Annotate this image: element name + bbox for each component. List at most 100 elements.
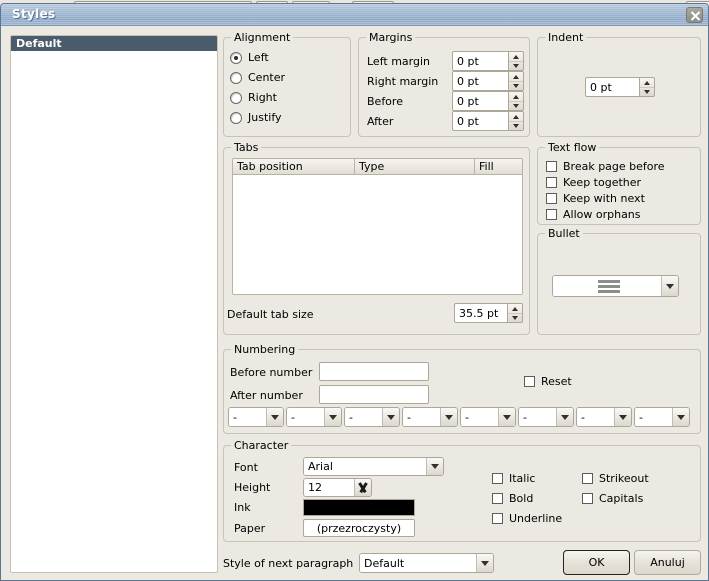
before-number-input[interactable]: [319, 362, 429, 381]
height-combo[interactable]: 12: [303, 478, 372, 497]
chevron-down-icon[interactable]: [614, 408, 631, 426]
stepper-up-icon[interactable]: [640, 78, 654, 87]
dialog-titlebar[interactable]: Styles: [1, 4, 708, 26]
tabs-table-header: Tab position Type Fill: [233, 159, 522, 175]
next-style-combo[interactable]: Default: [359, 553, 494, 573]
right-margin-label: Right margin: [367, 75, 438, 88]
numbering-level-4-combo[interactable]: -: [402, 407, 458, 427]
radio-alignment-justify[interactable]: Justify: [230, 111, 282, 124]
indent-stepper[interactable]: 0 pt: [585, 77, 655, 97]
column-header-fill[interactable]: Fill: [475, 159, 522, 175]
after-number-input[interactable]: [319, 385, 429, 404]
radio-alignment-left[interactable]: Left: [230, 51, 269, 64]
checkbox-underline[interactable]: Underline: [492, 512, 562, 525]
paper-color-field[interactable]: (przezroczysty): [303, 519, 415, 537]
ink-color-swatch[interactable]: [303, 499, 415, 516]
numbering-level-value[interactable]: -: [229, 408, 266, 426]
numbering-level-value[interactable]: -: [461, 408, 498, 426]
radio-alignment-right[interactable]: Right: [230, 91, 277, 104]
alignment-legend: Alignment: [231, 31, 293, 44]
radio-alignment-center[interactable]: Center: [230, 71, 285, 84]
close-button[interactable]: [686, 7, 703, 23]
font-combo[interactable]: Arial: [303, 457, 444, 476]
stepper-up-icon[interactable]: [509, 52, 523, 61]
numbering-level-3-combo[interactable]: -: [344, 407, 400, 427]
next-style-value[interactable]: Default: [360, 554, 476, 572]
stepper-up-icon[interactable]: [509, 72, 523, 81]
checkbox-reset[interactable]: Reset: [524, 375, 572, 388]
ok-button[interactable]: OK: [563, 550, 630, 575]
chevron-down-icon[interactable]: [672, 408, 689, 426]
column-header-type[interactable]: Type: [355, 159, 475, 175]
checkbox-box-icon: [492, 493, 503, 504]
stepper-up-icon[interactable]: [509, 112, 523, 121]
stepper-down-icon[interactable]: [509, 61, 523, 70]
default-tab-size-label: Default tab size: [227, 308, 314, 321]
chevron-down-icon[interactable]: [354, 479, 371, 496]
cancel-button[interactable]: Anuluj: [634, 550, 701, 575]
checkbox-italic[interactable]: Italic: [492, 472, 535, 485]
checkbox-bold[interactable]: Bold: [492, 492, 533, 505]
chevron-down-icon[interactable]: [426, 458, 443, 475]
bullet-preview[interactable]: [553, 276, 661, 296]
styles-list[interactable]: Default: [10, 35, 218, 573]
stepper-buttons[interactable]: [507, 303, 523, 323]
chevron-down-icon[interactable]: [476, 554, 493, 572]
numbering-level-value[interactable]: -: [403, 408, 440, 426]
stepper-up-icon[interactable]: [508, 304, 522, 313]
list-item[interactable]: Default: [11, 36, 217, 51]
tabs-table-body[interactable]: [233, 175, 522, 295]
default-tab-size-stepper[interactable]: 35.5 pt: [454, 303, 523, 323]
height-value[interactable]: 12: [304, 479, 354, 496]
right-margin-stepper[interactable]: 0 pt: [452, 71, 524, 91]
before-margin-stepper[interactable]: 0 pt: [452, 91, 524, 111]
checkbox-strikeout[interactable]: Strikeout: [582, 472, 649, 485]
numbering-level-value[interactable]: -: [287, 408, 324, 426]
numbering-level-value[interactable]: -: [635, 408, 672, 426]
left-margin-stepper[interactable]: 0 pt: [452, 51, 524, 71]
stepper-down-icon[interactable]: [509, 81, 523, 90]
stepper-down-icon[interactable]: [508, 313, 522, 322]
numbering-level-1-combo[interactable]: -: [228, 407, 284, 427]
stepper-down-icon[interactable]: [640, 87, 654, 96]
right-margin-value[interactable]: 0 pt: [452, 71, 508, 91]
chevron-down-icon[interactable]: [498, 408, 515, 426]
numbering-level-7-combo[interactable]: -: [576, 407, 632, 427]
numbering-level-value[interactable]: -: [577, 408, 614, 426]
numbering-level-2-combo[interactable]: -: [286, 407, 342, 427]
chevron-down-icon[interactable]: [382, 408, 399, 426]
chevron-down-icon[interactable]: [440, 408, 457, 426]
left-margin-value[interactable]: 0 pt: [452, 51, 508, 71]
checkbox-capitals[interactable]: Capitals: [582, 492, 643, 505]
numbering-level-value[interactable]: -: [345, 408, 382, 426]
stepper-down-icon[interactable]: [509, 101, 523, 110]
stepper-buttons[interactable]: [639, 77, 655, 97]
numbering-level-6-combo[interactable]: -: [518, 407, 574, 427]
font-value[interactable]: Arial: [304, 458, 426, 475]
checkbox-keep-together[interactable]: Keep together: [546, 176, 641, 189]
chevron-down-icon[interactable]: [661, 276, 678, 296]
checkbox-allow-orphans[interactable]: Allow orphans: [546, 208, 641, 221]
stepper-buttons[interactable]: [508, 51, 524, 71]
indent-value[interactable]: 0 pt: [585, 77, 639, 97]
numbering-level-8-combo[interactable]: -: [634, 407, 690, 427]
checkbox-break-page-before[interactable]: Break page before: [546, 160, 665, 173]
default-tab-size-value[interactable]: 35.5 pt: [454, 303, 507, 323]
chevron-down-icon[interactable]: [266, 408, 283, 426]
chevron-down-icon[interactable]: [556, 408, 573, 426]
tabs-table[interactable]: Tab position Type Fill: [232, 158, 523, 295]
chevron-down-icon[interactable]: [324, 408, 341, 426]
stepper-up-icon[interactable]: [509, 92, 523, 101]
before-margin-value[interactable]: 0 pt: [452, 91, 508, 111]
stepper-buttons[interactable]: [508, 71, 524, 91]
after-margin-value[interactable]: 0 pt: [452, 111, 508, 131]
bullet-combo[interactable]: [552, 275, 679, 297]
numbering-level-value[interactable]: -: [519, 408, 556, 426]
checkbox-keep-with-next[interactable]: Keep with next: [546, 192, 645, 205]
column-header-tab-position[interactable]: Tab position: [233, 159, 355, 175]
after-margin-stepper[interactable]: 0 pt: [452, 111, 524, 131]
stepper-down-icon[interactable]: [509, 121, 523, 130]
stepper-buttons[interactable]: [508, 111, 524, 131]
stepper-buttons[interactable]: [508, 91, 524, 111]
numbering-level-5-combo[interactable]: -: [460, 407, 516, 427]
